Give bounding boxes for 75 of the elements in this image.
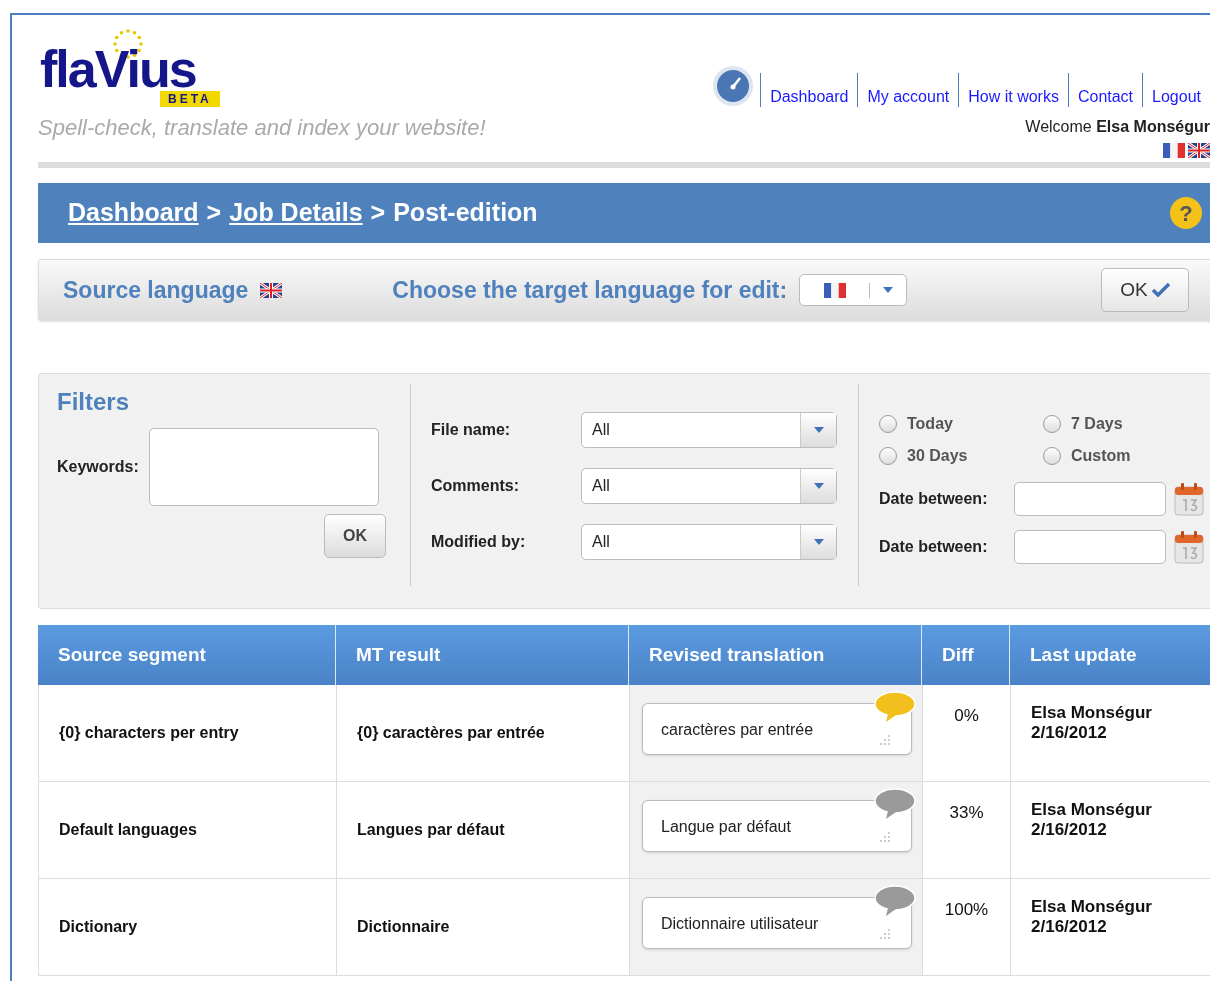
caret-icon xyxy=(882,286,895,294)
filter-label: Comments: xyxy=(431,476,520,496)
nav-link[interactable]: Contact xyxy=(1067,73,1143,107)
date-field[interactable] xyxy=(1014,482,1166,516)
filter-dropdown[interactable]: All xyxy=(581,524,837,560)
nav-link[interactable]: Logout xyxy=(1142,73,1210,107)
breadcrumb-link[interactable]: Job Details xyxy=(229,194,363,232)
filter-label: Modified by: xyxy=(431,532,527,552)
updated-by: Elsa Monségur xyxy=(1031,703,1153,723)
table-cell-text: Dictionary xyxy=(59,917,138,937)
target-language-dropdown[interactable] xyxy=(799,274,908,306)
diff-value: 33% xyxy=(949,802,984,824)
revised-translation-field[interactable]: Langue par défaut xyxy=(642,800,912,852)
breadcrumb-link[interactable]: Dashboard xyxy=(68,194,199,232)
nav-link[interactable]: How it works xyxy=(958,73,1068,107)
target-language-label: Choose the target language for edit: xyxy=(392,275,788,305)
source-language-label: Source language xyxy=(63,275,249,305)
resize-grip-icon xyxy=(879,831,891,843)
period-radio[interactable] xyxy=(1043,415,1061,433)
updated-by: Elsa Monségur xyxy=(1031,800,1153,820)
tagline: Spell-check, translate and index your website! xyxy=(38,114,486,142)
keywords-label: Keywords: xyxy=(57,457,140,477)
breadcrumb-separator: > xyxy=(206,197,222,229)
update-date: 2/16/2012 xyxy=(1031,723,1108,743)
breadcrumb-current: Post-edition xyxy=(393,197,538,229)
revised-translation-field[interactable]: Dictionnaire utilisateur xyxy=(642,897,912,949)
comment-bubble-icon[interactable] xyxy=(874,788,916,820)
comment-bubble-icon[interactable] xyxy=(874,885,916,917)
breadcrumb-separator: > xyxy=(370,197,386,229)
nav-link[interactable]: Dashboard xyxy=(760,73,858,107)
period-radio[interactable] xyxy=(879,415,897,433)
table-cell-text: Dictionnaire xyxy=(357,917,450,937)
updated-by: Elsa Monségur xyxy=(1031,897,1153,917)
comment-bubble-icon[interactable] xyxy=(874,691,916,723)
beta-badge: BETA xyxy=(160,91,220,107)
period-radio[interactable] xyxy=(1043,447,1061,465)
diff-value: 100% xyxy=(944,899,989,921)
welcome-text: Welcome Elsa Monségur xyxy=(1025,117,1210,137)
period-label: Custom xyxy=(1071,446,1131,466)
resize-grip-icon xyxy=(879,928,891,940)
period-radio[interactable] xyxy=(879,447,897,465)
period-label: 7 Days xyxy=(1071,414,1123,434)
filters-title: Filters xyxy=(57,387,131,417)
ok-button[interactable]: OK xyxy=(324,514,386,558)
update-date: 2/16/2012 xyxy=(1031,917,1108,937)
revised-translation-field[interactable]: caractères par entrée xyxy=(642,703,912,755)
resize-grip-icon xyxy=(879,734,891,746)
date-field[interactable] xyxy=(1014,530,1166,564)
caret-icon xyxy=(812,482,825,490)
table-cell-text: {0} characters per entry xyxy=(59,723,239,743)
caret-icon xyxy=(812,426,825,434)
diff-value: 0% xyxy=(954,705,979,727)
date-label: Date between: xyxy=(879,537,989,557)
french-flag-icon xyxy=(823,282,846,298)
nav-link[interactable]: My account xyxy=(857,73,959,107)
date-label: Date between: xyxy=(879,489,989,509)
period-label: 30 Days xyxy=(907,446,968,466)
calendar-icon[interactable] xyxy=(1174,482,1204,516)
filter-label: File name: xyxy=(431,420,512,440)
french-flag-icon xyxy=(1163,143,1185,158)
caret-icon xyxy=(812,538,825,546)
help-button[interactable]: ? xyxy=(1170,197,1202,229)
period-label: Today xyxy=(907,414,953,434)
filter-dropdown[interactable]: All xyxy=(581,468,837,504)
gauge-icon[interactable] xyxy=(712,65,755,107)
checkmark-icon xyxy=(1151,283,1170,297)
calendar-icon[interactable] xyxy=(1174,530,1204,564)
update-date: 2/16/2012 xyxy=(1031,820,1108,840)
table-cell-text: Langues par défaut xyxy=(357,820,505,840)
table-cell-text: Default languages xyxy=(59,820,197,840)
british-flag-icon xyxy=(260,282,283,298)
table-cell-text: {0} caractères par entrée xyxy=(357,723,545,743)
keywords-field[interactable] xyxy=(149,428,379,506)
filter-dropdown[interactable]: All xyxy=(581,412,837,448)
ok-button[interactable]: OK xyxy=(1101,268,1189,312)
